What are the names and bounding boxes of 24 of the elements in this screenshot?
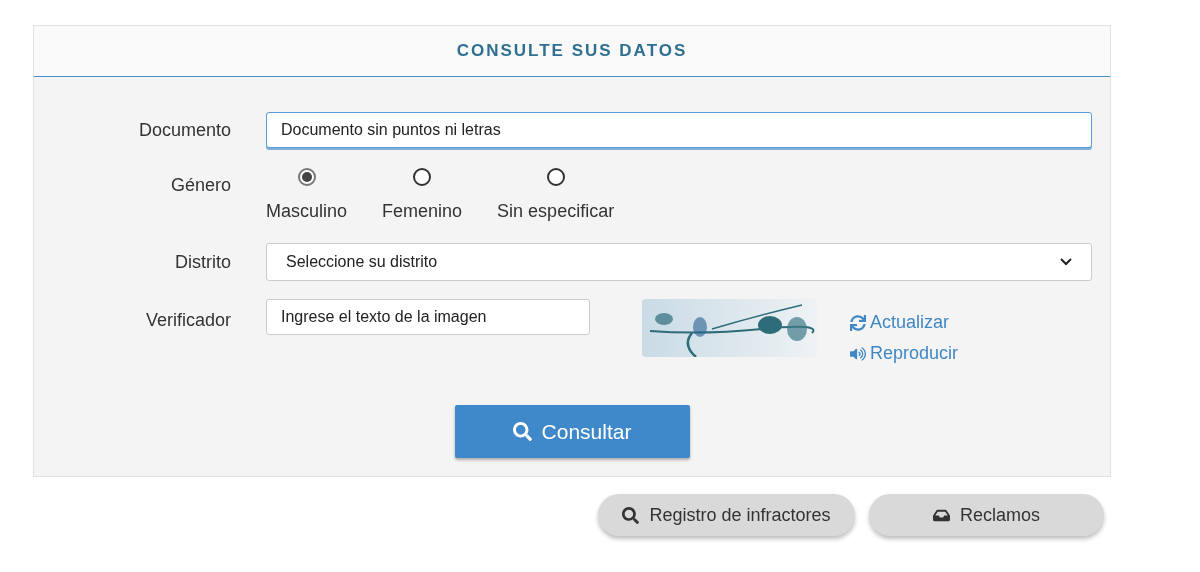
document-field[interactable]: Documento sin puntos ni letras	[266, 112, 1092, 148]
search-icon	[512, 422, 532, 441]
chevron-down-icon	[1060, 258, 1072, 266]
search-icon	[622, 506, 640, 524]
action-button[interactable]: Reclamos	[869, 494, 1104, 536]
radio-button[interactable]	[297, 168, 316, 186]
refresh-icon	[850, 314, 866, 331]
radio-button[interactable]	[546, 168, 565, 186]
field-label: Género	[170, 175, 231, 195]
speaker-icon	[850, 345, 866, 362]
captcha-link[interactable]: Actualizar	[850, 309, 959, 336]
field-label: Documento	[138, 119, 231, 140]
submit-button[interactable]: Consultar	[454, 405, 690, 458]
field-label: Verificador	[145, 310, 231, 330]
radio-label: Femenino	[382, 200, 463, 223]
captcha-link[interactable]: Reproducir	[850, 340, 959, 367]
panel-title: CONSULTE SUS DATOS	[456, 40, 688, 63]
captcha-field[interactable]: Ingrese el texto de la imagen	[266, 299, 590, 335]
radio-label: Masculino	[266, 200, 348, 223]
field-label: Distrito	[175, 251, 231, 272]
radio-label: Sin especificar	[497, 200, 615, 223]
action-button[interactable]: Registro de infractores	[598, 494, 855, 536]
radio-button[interactable]	[413, 168, 432, 186]
district-select[interactable]: Seleccione su distrito	[266, 243, 1092, 281]
